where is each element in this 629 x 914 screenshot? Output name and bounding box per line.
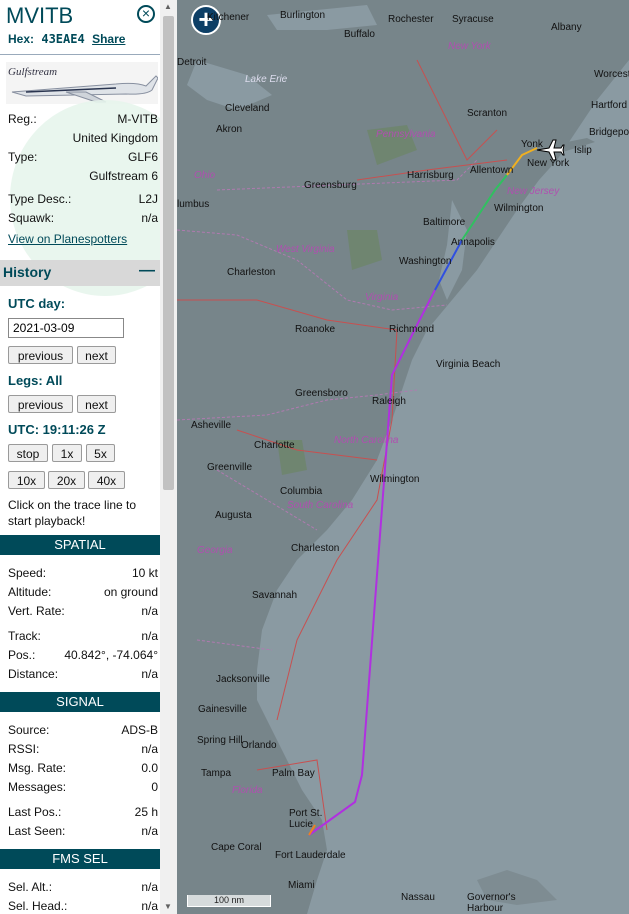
map[interactable]: + 100 nm Kitchener Burlington Rochester … bbox=[177, 0, 629, 914]
type-name: Gulfstream 6 bbox=[89, 169, 158, 183]
position-value: 40.842°, -74.064° bbox=[64, 648, 158, 662]
aircraft-icon[interactable] bbox=[535, 138, 565, 162]
previous-leg-button[interactable]: previous bbox=[8, 395, 73, 413]
source-value: ADS-B bbox=[121, 723, 158, 737]
spatial-header[interactable]: SPATIAL bbox=[0, 535, 160, 555]
speed-1x-button[interactable]: 1x bbox=[52, 444, 82, 462]
scale-bar: 100 nm bbox=[187, 895, 271, 907]
callsign: MVITB bbox=[6, 3, 74, 28]
hex-label: Hex: bbox=[8, 32, 35, 46]
close-icon[interactable]: × bbox=[137, 5, 155, 23]
fms-header[interactable]: FMS SEL bbox=[0, 849, 160, 869]
type-desc-value: L2J bbox=[138, 192, 158, 206]
msg-rate-value: 0.0 bbox=[141, 761, 158, 775]
hex-value: 43EAE4 bbox=[41, 32, 85, 46]
country: United Kingdom bbox=[72, 131, 158, 145]
reg-value: M-VITB bbox=[117, 112, 158, 126]
scroll-down-icon[interactable]: ▼ bbox=[164, 902, 172, 911]
distance-value: n/a bbox=[141, 667, 158, 681]
track-value: n/a bbox=[141, 629, 158, 643]
last-pos-value: 25 h bbox=[134, 805, 158, 819]
stop-button[interactable]: stop bbox=[8, 444, 48, 462]
previous-day-button[interactable]: previous bbox=[8, 346, 73, 364]
altitude-value: on ground bbox=[103, 585, 158, 599]
utc-day-input[interactable] bbox=[8, 318, 124, 338]
aircraft-image: Gulfstream bbox=[6, 62, 158, 104]
history-header[interactable]: History — bbox=[0, 260, 160, 286]
type-value: GLF6 bbox=[127, 150, 158, 164]
speed-value: 10 kt bbox=[131, 566, 158, 580]
next-day-button[interactable]: next bbox=[77, 346, 116, 364]
sel-head-value: n/a bbox=[141, 899, 158, 913]
share-link[interactable]: Share bbox=[92, 32, 125, 46]
collapse-icon[interactable]: — bbox=[139, 262, 155, 280]
vert-rate-value: n/a bbox=[141, 604, 158, 618]
scroll-up-icon[interactable]: ▲ bbox=[164, 2, 172, 11]
playback-hint: Click on the trace line to start playbac… bbox=[8, 498, 137, 528]
utc-day-label: UTC day: bbox=[8, 296, 66, 311]
zoom-in-button[interactable]: + bbox=[191, 5, 221, 35]
sidebar: MVITB × Hex: 43EAE4 Share Gulfstream Reg… bbox=[0, 0, 160, 914]
sidebar-scrollbar[interactable]: ▲ ▼ bbox=[160, 0, 177, 914]
utc-time: UTC: 19:11:26 Z bbox=[8, 422, 106, 437]
speed-10x-button[interactable]: 10x bbox=[8, 471, 45, 489]
scrollbar-thumb[interactable] bbox=[163, 16, 174, 490]
pamlico-sound bbox=[407, 400, 442, 460]
speed-5x-button[interactable]: 5x bbox=[86, 444, 115, 462]
signal-header[interactable]: SIGNAL bbox=[0, 692, 160, 712]
history-title: History bbox=[3, 264, 52, 280]
scale-label: 100 nm bbox=[213, 895, 245, 905]
jet-silhouette bbox=[11, 75, 158, 103]
divider bbox=[0, 54, 160, 55]
next-leg-button[interactable]: next bbox=[77, 395, 116, 413]
squawk-value: n/a bbox=[141, 211, 158, 225]
reg-row: Reg.: M-VITB bbox=[8, 112, 158, 126]
messages-value: 0 bbox=[151, 780, 158, 794]
planespotters-link[interactable]: View on Planespotters bbox=[8, 232, 127, 246]
speed-40x-button[interactable]: 40x bbox=[88, 471, 125, 489]
last-seen-value: n/a bbox=[141, 824, 158, 838]
plus-icon: + bbox=[198, 4, 214, 34]
sel-alt-value: n/a bbox=[141, 880, 158, 894]
bahamas bbox=[477, 870, 557, 905]
speed-20x-button[interactable]: 20x bbox=[48, 471, 85, 489]
rssi-value: n/a bbox=[141, 742, 158, 756]
legs-label: Legs: All bbox=[8, 373, 63, 388]
